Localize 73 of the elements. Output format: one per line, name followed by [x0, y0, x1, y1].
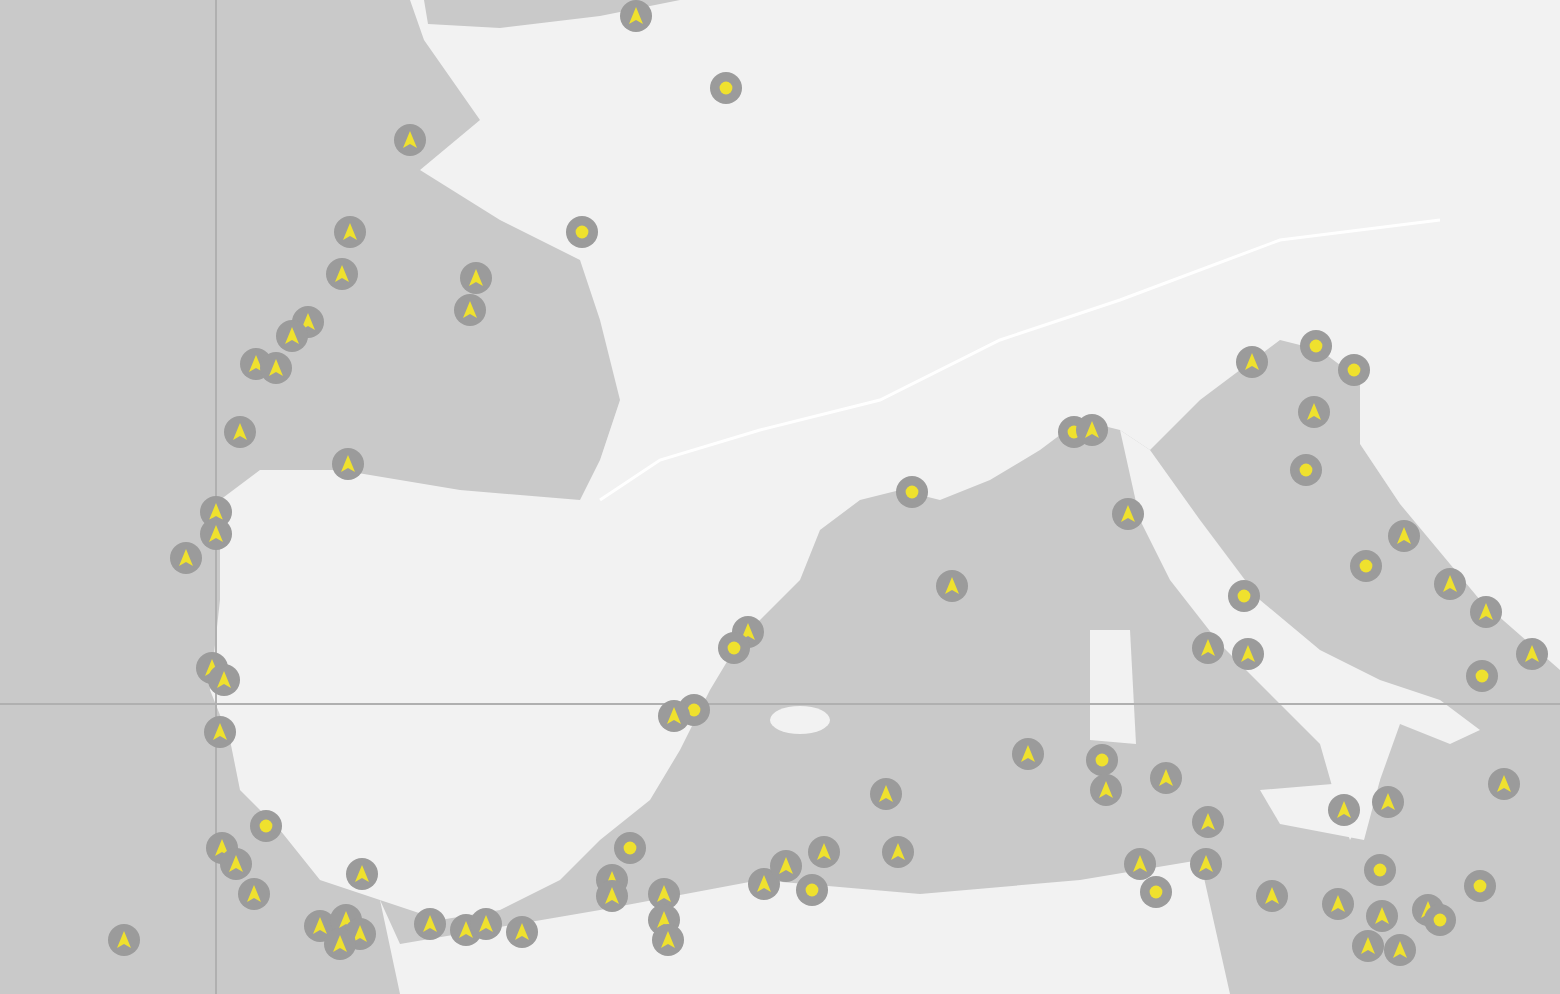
marker-icon[interactable] [1352, 930, 1384, 962]
marker-icon[interactable] [1112, 498, 1144, 530]
marker-icon[interactable] [596, 880, 628, 912]
marker-icon[interactable] [1338, 354, 1370, 386]
marker-icon[interactable] [566, 216, 598, 248]
marker-icon[interactable] [394, 124, 426, 156]
marker-icon[interactable] [710, 72, 742, 104]
marker-icon[interactable] [770, 850, 802, 882]
marker-icon[interactable] [460, 262, 492, 294]
marker-icon[interactable] [1466, 660, 1498, 692]
marker-icon[interactable] [1298, 396, 1330, 428]
marker-icon[interactable] [1232, 638, 1264, 670]
marker-icon[interactable] [1464, 870, 1496, 902]
marker-icon[interactable] [250, 810, 282, 842]
marker-icon[interactable] [652, 924, 684, 956]
marker-icon[interactable] [1516, 638, 1548, 670]
marker-icon[interactable] [1124, 848, 1156, 880]
marker-icon[interactable] [470, 908, 502, 940]
marker-icon[interactable] [1190, 848, 1222, 880]
marker-icon[interactable] [1384, 934, 1416, 966]
marker-icon[interactable] [208, 664, 240, 696]
marker-icon[interactable] [1328, 794, 1360, 826]
marker-icon[interactable] [1470, 596, 1502, 628]
marker-icon[interactable] [1366, 900, 1398, 932]
marker-icon[interactable] [1424, 904, 1456, 936]
marker-icon[interactable] [1256, 880, 1288, 912]
marker-icon[interactable] [718, 632, 750, 664]
marker-icon[interactable] [204, 716, 236, 748]
marker-icon[interactable] [1150, 762, 1182, 794]
marker-icon[interactable] [346, 858, 378, 890]
marker-icon[interactable] [220, 848, 252, 880]
marker-icon[interactable] [170, 542, 202, 574]
marker-icon[interactable] [1192, 806, 1224, 838]
marker-icon[interactable] [1192, 632, 1224, 664]
marker-icon[interactable] [454, 294, 486, 326]
marker-icon[interactable] [1290, 454, 1322, 486]
marker-icon[interactable] [896, 476, 928, 508]
marker-icon[interactable] [1228, 580, 1260, 612]
marker-icon[interactable] [1076, 414, 1108, 446]
marker-icon[interactable] [324, 928, 356, 960]
marker-icon[interactable] [882, 836, 914, 868]
marker-icon[interactable] [748, 868, 780, 900]
marker-icon[interactable] [1388, 520, 1420, 552]
marker-icon[interactable] [1322, 888, 1354, 920]
marker-icon[interactable] [1012, 738, 1044, 770]
marker-icon[interactable] [1350, 550, 1382, 582]
marker-icon[interactable] [1086, 744, 1118, 776]
marker-icon[interactable] [1236, 346, 1268, 378]
marker-icon[interactable] [658, 700, 690, 732]
marker-icon[interactable] [1364, 854, 1396, 886]
marker-icon[interactable] [200, 518, 232, 550]
marker-icon[interactable] [332, 448, 364, 480]
marker-icon[interactable] [808, 836, 840, 868]
marker-icon[interactable] [1488, 768, 1520, 800]
marker-icon[interactable] [334, 216, 366, 248]
marker-icon[interactable] [326, 258, 358, 290]
marker-icon[interactable] [870, 778, 902, 810]
marker-icon[interactable] [1434, 568, 1466, 600]
marker-icon[interactable] [238, 878, 270, 910]
marker-icon[interactable] [1090, 774, 1122, 806]
marker-icon[interactable] [1140, 876, 1172, 908]
marker-icon[interactable] [1372, 786, 1404, 818]
marker-icon[interactable] [936, 570, 968, 602]
marker-icon[interactable] [260, 352, 292, 384]
marker-icon[interactable] [796, 874, 828, 906]
marker-icon[interactable] [1300, 330, 1332, 362]
marker-icon[interactable] [108, 924, 140, 956]
marker-icon[interactable] [414, 908, 446, 940]
marker-icon[interactable] [506, 916, 538, 948]
marker-icon[interactable] [614, 832, 646, 864]
marker-icon[interactable] [224, 416, 256, 448]
marker-icon[interactable] [620, 0, 652, 32]
marker-icon[interactable] [276, 320, 308, 352]
